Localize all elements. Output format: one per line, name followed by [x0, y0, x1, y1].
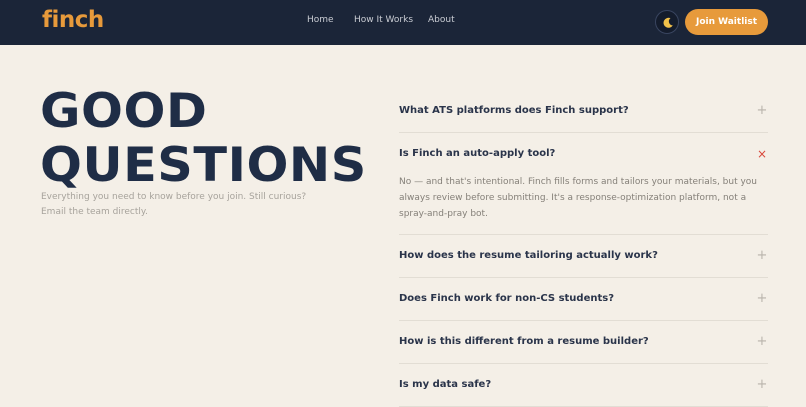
faq-question-text: What ATS platforms does Finch support?: [399, 105, 629, 116]
faq-item[interactable]: How is this different from a resume buil…: [399, 321, 768, 364]
faq-question-text: How is this different from a resume buil…: [399, 336, 649, 347]
nav-link-about[interactable]: About: [428, 15, 455, 25]
faq-question[interactable]: How is this different from a resume buil…: [399, 321, 768, 363]
faq-question-text: Is Finch an auto-apply tool?: [399, 148, 556, 159]
plus-icon[interactable]: +: [756, 364, 768, 406]
page-title: GOOD QUESTIONS: [40, 85, 366, 193]
faq-item[interactable]: Is my data safe? +: [399, 364, 768, 407]
plus-icon[interactable]: +: [756, 235, 768, 277]
page-subtitle: Everything you need to know before you j…: [41, 192, 307, 217]
page-title-line-2: QUESTIONS: [40, 138, 367, 193]
faq-item[interactable]: What ATS platforms does Finch support? +: [399, 90, 768, 133]
faq-answer: No — and that's intentional. Finch fills…: [399, 177, 758, 219]
plus-icon[interactable]: +: [756, 321, 768, 363]
faq-list: What ATS platforms does Finch support? +…: [399, 90, 768, 407]
faq-item[interactable]: Does Finch work for non-CS students? +: [399, 278, 768, 321]
moon-icon: [663, 17, 673, 28]
faq-question[interactable]: How does the resume tailoring actually w…: [399, 235, 768, 277]
faq-question[interactable]: Is Finch an auto-apply tool? ×: [399, 133, 768, 175]
faq-question[interactable]: Does Finch work for non-CS students? +: [399, 278, 768, 320]
nav-link-home[interactable]: Home: [307, 15, 334, 25]
faq-question[interactable]: Is my data safe? +: [399, 364, 768, 406]
faq-question[interactable]: What ATS platforms does Finch support? +: [399, 90, 768, 132]
faq-item-expanded[interactable]: Is Finch an auto-apply tool? × No — and …: [399, 133, 768, 235]
page-title-line-1: GOOD: [40, 84, 208, 139]
close-icon[interactable]: ×: [756, 133, 768, 175]
navbar: finch Home How It Works About Join Waitl…: [0, 0, 806, 45]
faq-item[interactable]: How does the resume tailoring actually w…: [399, 235, 768, 278]
theme-toggle-button[interactable]: [655, 10, 679, 34]
nav-link-how-it-works[interactable]: How It Works: [354, 15, 413, 25]
faq-question-text: Does Finch work for non-CS students?: [399, 293, 615, 304]
faq-question-text: How does the resume tailoring actually w…: [399, 250, 658, 261]
plus-icon[interactable]: +: [756, 90, 768, 132]
plus-icon[interactable]: +: [756, 278, 768, 320]
join-waitlist-button[interactable]: Join Waitlist: [685, 9, 768, 35]
faq-question-text: Is my data safe?: [399, 379, 492, 390]
